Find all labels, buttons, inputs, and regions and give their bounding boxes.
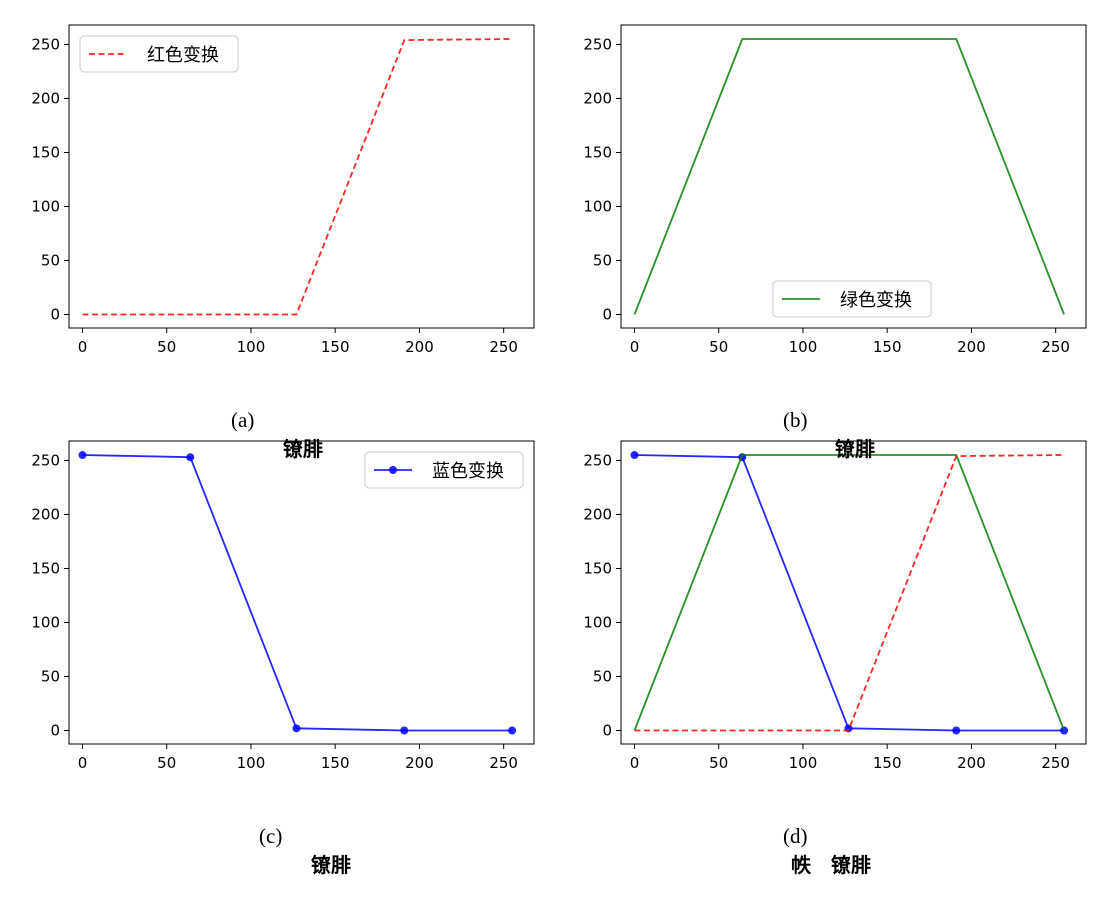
caption-a: (a) 镣腓 [210,383,323,487]
y-tick-label-d: 250 [583,451,612,469]
x-tick-label-c: 100 [237,754,266,772]
caption-a-label: (a) [231,408,255,432]
data-point-d-0 [630,451,639,460]
x-tick-label-c: 150 [321,754,350,772]
data-point-c-0 [186,453,195,462]
y-tick-label-d: 100 [583,613,612,631]
x-tick-label-d: 100 [789,754,818,772]
y-tick-label-c: 250 [31,451,60,469]
caption-b: (b) 镣腓 [762,383,875,487]
y-tick-label-b: 150 [583,143,612,161]
y-tick-label-c: 0 [50,721,60,739]
x-tick-label-a: 150 [321,338,350,356]
y-tick-label-c: 200 [31,505,60,523]
y-tick-label-a: 100 [31,197,60,215]
x-tick-label-b: 100 [789,338,818,356]
x-tick-label-c: 200 [405,754,434,772]
y-tick-label-a: 0 [50,305,60,323]
x-tick-label-d: 150 [873,754,902,772]
y-tick-label-d: 150 [583,559,612,577]
x-tick-label-d: 200 [957,754,986,772]
legend-label-b: 绿色变换 [840,290,912,311]
data-point-c-0 [78,451,87,460]
y-tick-label-a: 50 [41,251,60,269]
x-tick-label-b: 0 [630,338,640,356]
data-point-c-0 [292,724,301,733]
x-tick-label-d: 0 [630,754,640,772]
y-tick-label-c: 50 [41,667,60,685]
y-tick-label-b: 50 [593,251,612,269]
y-tick-label-b: 100 [583,197,612,215]
caption-a-text: 镣腓 [283,437,323,461]
y-tick-label-a: 150 [31,143,60,161]
y-tick-label-a: 200 [31,89,60,107]
caption-b-text: 镣腓 [835,437,875,461]
x-tick-label-a: 0 [78,338,88,356]
x-tick-label-c: 0 [78,754,88,772]
y-tick-label-c: 150 [31,559,60,577]
x-tick-label-b: 250 [1041,338,1070,356]
caption-c-label: (c) [259,824,283,848]
caption-d-text: 帙 镣腓 [791,853,871,877]
x-tick-label-a: 50 [157,338,176,356]
y-tick-label-d: 0 [602,721,612,739]
x-tick-label-b: 200 [957,338,986,356]
x-tick-label-d: 250 [1041,754,1070,772]
x-tick-label-c: 50 [157,754,176,772]
y-tick-label-d: 200 [583,505,612,523]
x-tick-label-c: 250 [489,754,518,772]
x-tick-label-d: 50 [709,754,728,772]
y-tick-label-d: 50 [593,667,612,685]
x-tick-label-b: 50 [709,338,728,356]
x-tick-label-a: 100 [237,338,266,356]
x-tick-label-a: 200 [405,338,434,356]
caption-b-label: (b) [783,408,808,432]
y-tick-label-b: 250 [583,35,612,53]
chart-canvas: 0 50 100 150 200 250 0 50 100 150 200 250 红色变换 0 50 100… [31,24,1087,772]
y-tick-label-a: 250 [31,35,60,53]
data-point-c-0 [400,726,409,735]
caption-c: (c) 镣腓 [238,799,351,903]
x-tick-label-a: 250 [489,338,518,356]
legend-marker-c [389,466,397,474]
x-tick-label-b: 150 [873,338,902,356]
caption-d-label: (d) [783,824,808,848]
legend-label-a: 红色变换 [147,45,219,66]
caption-d: (d) 帙 镣腓 [762,799,871,903]
data-point-c-0 [508,726,517,735]
figure: 0 50 100 150 200 250 0 50 100 150 200 250 红色变换 0 50 100… [0,0,1108,898]
y-tick-label-b: 0 [602,305,612,323]
data-point-d-0 [952,726,961,735]
legend-label-c: 蓝色变换 [432,461,504,482]
y-tick-label-c: 100 [31,613,60,631]
y-tick-label-b: 200 [583,89,612,107]
caption-c-text: 镣腓 [311,853,351,877]
